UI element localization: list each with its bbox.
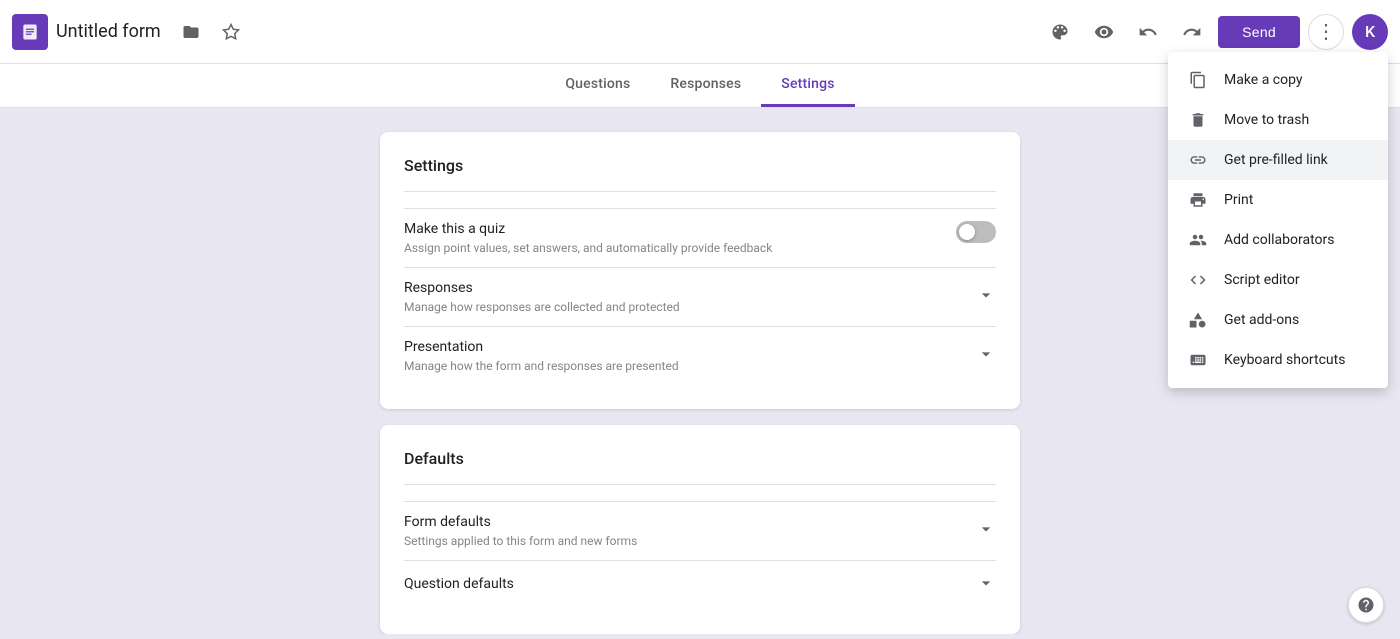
menu-label-move-trash: Move to trash [1224, 112, 1309, 128]
question-defaults-expand-icon [976, 573, 996, 598]
menu-label-make-copy: Make a copy [1224, 72, 1303, 88]
palette-icon[interactable] [1042, 14, 1078, 50]
presentation-setting-name: Presentation [404, 339, 679, 355]
question-defaults-name: Question defaults [404, 576, 514, 592]
star-icon[interactable] [213, 14, 249, 50]
form-defaults-row[interactable]: Form defaults Settings applied to this f… [404, 501, 996, 560]
trash-icon [1188, 110, 1208, 130]
responses-expand-icon [976, 285, 996, 310]
responses-setting-desc: Manage how responses are collected and p… [404, 300, 680, 314]
redo-icon[interactable] [1174, 14, 1210, 50]
print-icon [1188, 190, 1208, 210]
more-options-button[interactable]: ⋮ [1308, 14, 1344, 50]
menu-label-get-addons: Get add-ons [1224, 312, 1299, 328]
menu-item-make-copy[interactable]: Make a copy [1168, 60, 1388, 100]
defaults-divider [404, 484, 996, 485]
menu-item-add-collaborators[interactable]: Add collaborators [1168, 220, 1388, 260]
presentation-setting-desc: Manage how the form and responses are pr… [404, 359, 679, 373]
settings-divider [404, 191, 996, 192]
menu-item-pre-filled-link[interactable]: Get pre-filled link [1168, 140, 1388, 180]
menu-label-pre-filled-link: Get pre-filled link [1224, 152, 1328, 168]
tab-settings[interactable]: Settings [761, 64, 854, 107]
responses-setting-row[interactable]: Responses Manage how responses are colle… [404, 267, 996, 326]
menu-item-keyboard-shortcuts[interactable]: Keyboard shortcuts [1168, 340, 1388, 380]
toggle-thumb [959, 224, 975, 240]
preview-icon[interactable] [1086, 14, 1122, 50]
quiz-setting-name: Make this a quiz [404, 221, 772, 237]
folder-icon[interactable] [173, 14, 209, 50]
people-icon [1188, 230, 1208, 250]
defaults-card: Defaults Form defaults Settings applied … [380, 425, 1020, 634]
avatar[interactable]: K [1352, 14, 1388, 50]
form-defaults-expand-icon [976, 519, 996, 544]
menu-label-script-editor: Script editor [1224, 272, 1300, 288]
link-icon [1188, 150, 1208, 170]
menu-label-keyboard-shortcuts: Keyboard shortcuts [1224, 352, 1345, 368]
defaults-card-title: Defaults [404, 449, 996, 468]
form-defaults-desc: Settings applied to this form and new fo… [404, 534, 637, 548]
form-title: Untitled form [56, 21, 161, 42]
tab-questions[interactable]: Questions [545, 64, 650, 107]
quiz-setting-row: Make this a quiz Assign point values, se… [404, 208, 996, 267]
app-icon [12, 14, 48, 50]
question-defaults-info: Question defaults [404, 576, 514, 596]
responses-setting-name: Responses [404, 280, 680, 296]
header-right: Send ⋮ K [1042, 14, 1388, 50]
undo-icon[interactable] [1130, 14, 1166, 50]
menu-label-print: Print [1224, 192, 1253, 208]
tab-responses[interactable]: Responses [650, 64, 761, 107]
presentation-setting-info: Presentation Manage how the form and res… [404, 339, 679, 373]
responses-setting-info: Responses Manage how responses are colle… [404, 280, 680, 314]
send-button[interactable]: Send [1218, 16, 1300, 48]
form-defaults-info: Form defaults Settings applied to this f… [404, 514, 637, 548]
quiz-toggle[interactable] [956, 221, 996, 243]
code-icon [1188, 270, 1208, 290]
menu-item-get-addons[interactable]: Get add-ons [1168, 300, 1388, 340]
menu-item-script-editor[interactable]: Script editor [1168, 260, 1388, 300]
help-button[interactable] [1348, 587, 1384, 623]
form-defaults-name: Form defaults [404, 514, 637, 530]
dropdown-menu: Make a copy Move to trash Get pre-filled… [1168, 52, 1388, 388]
keyboard-icon [1188, 350, 1208, 370]
settings-card: Settings Make this a quiz Assign point v… [380, 132, 1020, 409]
addons-icon [1188, 310, 1208, 330]
quiz-setting-desc: Assign point values, set answers, and au… [404, 241, 772, 255]
presentation-setting-row[interactable]: Presentation Manage how the form and res… [404, 326, 996, 385]
menu-label-add-collaborators: Add collaborators [1224, 232, 1334, 248]
menu-item-move-trash[interactable]: Move to trash [1168, 100, 1388, 140]
menu-item-print[interactable]: Print [1168, 180, 1388, 220]
copy-icon [1188, 70, 1208, 90]
presentation-expand-icon [976, 344, 996, 369]
header-icons [173, 14, 249, 50]
quiz-setting-info: Make this a quiz Assign point values, se… [404, 221, 772, 255]
header-left: Untitled form [12, 14, 249, 50]
question-defaults-row[interactable]: Question defaults [404, 560, 996, 610]
settings-card-title: Settings [404, 156, 996, 175]
